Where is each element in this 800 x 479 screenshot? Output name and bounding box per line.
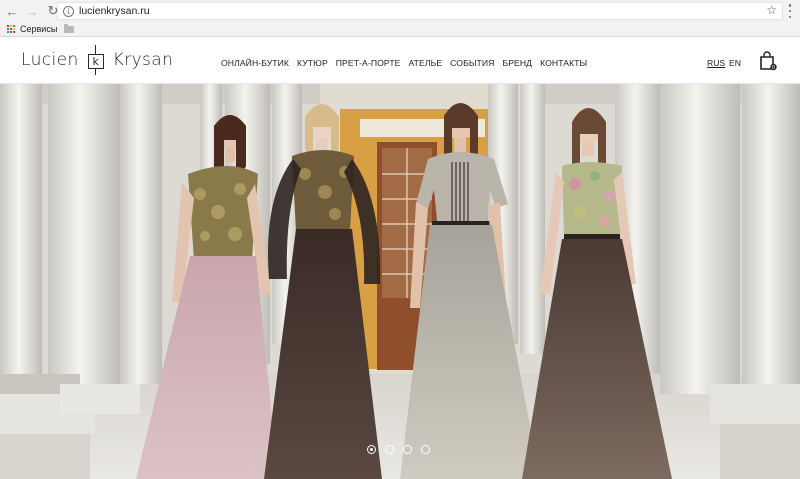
- browser-toolbar: ← → ↻ i lucienkrysan.ru ☆: [0, 0, 800, 22]
- slider-dot-3[interactable]: [403, 445, 412, 454]
- bookmark-folder-icon[interactable]: [64, 23, 75, 33]
- slider-dot-4[interactable]: [421, 445, 430, 454]
- address-bar[interactable]: i lucienkrysan.ru ☆: [57, 2, 783, 20]
- slider-pagination: [367, 445, 430, 454]
- logo-mark-icon: k: [85, 45, 107, 75]
- nav-online-boutique[interactable]: ОНЛАЙН-БУТИК: [221, 58, 289, 68]
- bookmark-star-icon[interactable]: ☆: [766, 3, 777, 17]
- slider-dot-1[interactable]: [367, 445, 376, 454]
- forward-arrow-icon[interactable]: →: [24, 3, 40, 19]
- site-header: Lucien k Krysan ОНЛАЙН-БУТИК КУТЮР ПРЕТ-…: [0, 37, 800, 84]
- url-text[interactable]: lucienkrysan.ru: [79, 5, 150, 17]
- shopping-bag-icon[interactable]: 0: [759, 51, 777, 71]
- bookmarks-bar: Сервисы: [0, 22, 800, 37]
- nav-events[interactable]: СОБЫТИЯ: [450, 58, 494, 68]
- svg-text:0: 0: [772, 65, 775, 71]
- site-logo[interactable]: Lucien k Krysan: [21, 44, 173, 76]
- slider-dot-2[interactable]: [385, 445, 394, 454]
- browser-menu-icon[interactable]: [788, 4, 792, 18]
- info-icon[interactable]: i: [63, 5, 74, 17]
- main-nav: ОНЛАЙН-БУТИК КУТЮР ПРЕТ-А-ПОРТЕ АТЕЛЬЕ С…: [221, 58, 595, 68]
- bookmark-services[interactable]: Сервисы: [20, 24, 57, 34]
- nav-pret-a-porter[interactable]: ПРЕТ-А-ПОРТЕ: [336, 58, 401, 68]
- logo-word-krysan: Krysan: [112, 50, 174, 70]
- back-arrow-icon[interactable]: ←: [4, 3, 20, 19]
- nav-contacts[interactable]: КОНТАКТЫ: [540, 58, 587, 68]
- apps-grid-icon[interactable]: [7, 24, 16, 34]
- nav-couture[interactable]: КУТЮР: [297, 58, 328, 68]
- logo-word-lucien: Lucien: [21, 50, 79, 70]
- hero-slider[interactable]: [0, 84, 800, 479]
- lang-en-link[interactable]: EN: [729, 58, 741, 68]
- hero-photo: [0, 84, 800, 479]
- nav-brand[interactable]: БРЕНД: [502, 58, 532, 68]
- nav-atelier[interactable]: АТЕЛЬЕ: [409, 58, 443, 68]
- lang-rus-link[interactable]: RUS: [707, 58, 725, 68]
